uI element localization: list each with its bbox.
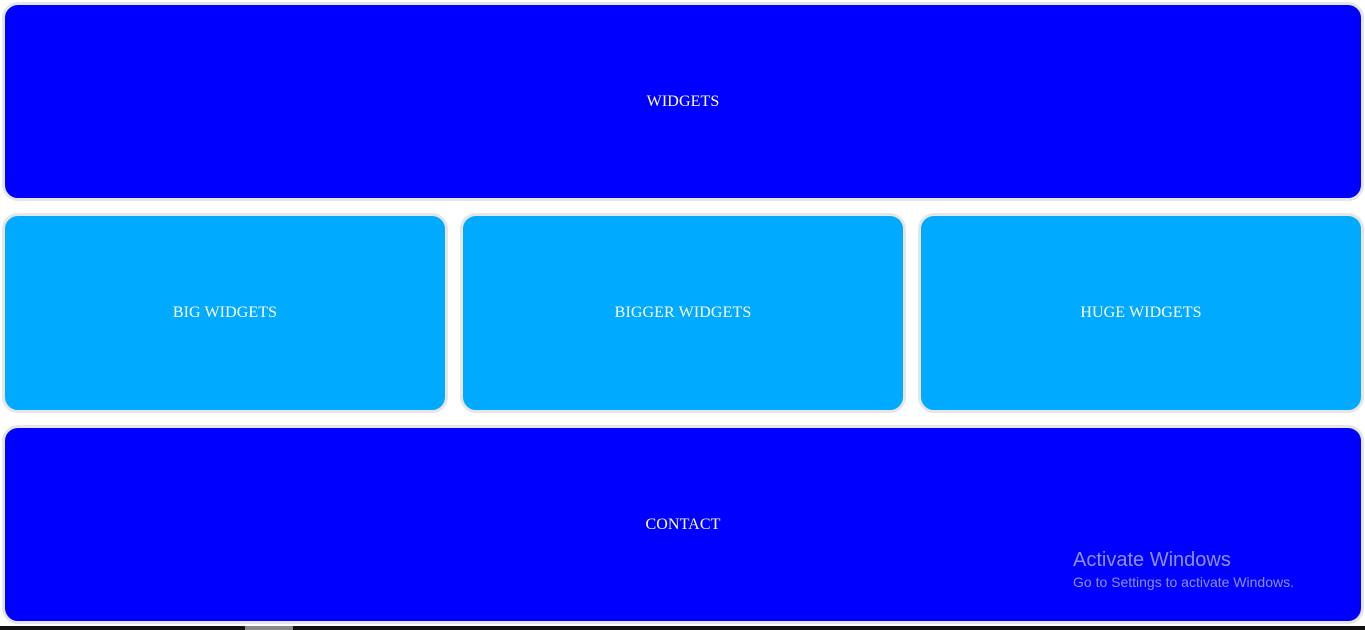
bigger-widgets-card[interactable]: BIGGER WIDGETS (460, 213, 906, 413)
widgets-banner-label: WIDGETS (646, 92, 720, 110)
contact-banner-label: CONTACT (645, 515, 721, 533)
widgets-banner[interactable]: WIDGETS (2, 2, 1364, 201)
scrollbar-thumb[interactable] (245, 626, 293, 630)
horizontal-scrollbar[interactable] (0, 626, 1365, 630)
big-widgets-card[interactable]: BIG WIDGETS (2, 213, 448, 413)
big-widgets-label: BIG WIDGETS (172, 304, 278, 321)
contact-banner[interactable]: CONTACT (2, 425, 1364, 624)
bigger-widgets-label: BIGGER WIDGETS (614, 304, 752, 321)
huge-widgets-card[interactable]: HUGE WIDGETS (918, 213, 1364, 413)
huge-widgets-label: HUGE WIDGETS (1080, 304, 1202, 321)
page: WIDGETS BIG WIDGETS BIGGER WIDGETS HUGE … (0, 0, 1365, 630)
